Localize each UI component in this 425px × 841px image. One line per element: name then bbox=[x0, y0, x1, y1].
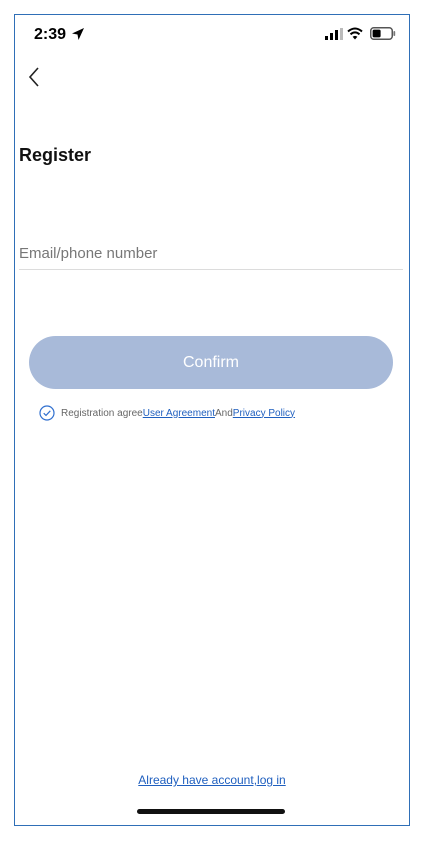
email-phone-input[interactable] bbox=[19, 237, 403, 270]
wifi-icon bbox=[347, 27, 363, 40]
page-title: Register bbox=[19, 145, 92, 165]
agreement-prefix: Registration agree bbox=[61, 407, 143, 419]
back-chevron-icon[interactable] bbox=[23, 63, 47, 91]
confirm-button[interactable]: Confirm bbox=[29, 336, 393, 389]
login-link[interactable]: Already have account,log in bbox=[15, 773, 409, 787]
home-indicator bbox=[137, 809, 285, 814]
status-bar: 2:39 bbox=[15, 15, 409, 55]
user-agreement-link[interactable]: User Agreement bbox=[143, 408, 215, 419]
agreement-row: Registration agree User Agreement And Pr… bbox=[39, 403, 295, 423]
status-time: 2:39 bbox=[34, 26, 67, 43]
location-arrow-icon bbox=[72, 28, 84, 40]
battery-icon bbox=[370, 27, 396, 40]
privacy-policy-link[interactable]: Privacy Policy bbox=[233, 408, 295, 419]
check-circle-icon[interactable] bbox=[39, 405, 55, 421]
phone-screen: 2:39 Register Confirm Regi bbox=[14, 14, 410, 826]
agreement-and: And bbox=[214, 407, 233, 419]
signal-icon bbox=[325, 28, 343, 40]
